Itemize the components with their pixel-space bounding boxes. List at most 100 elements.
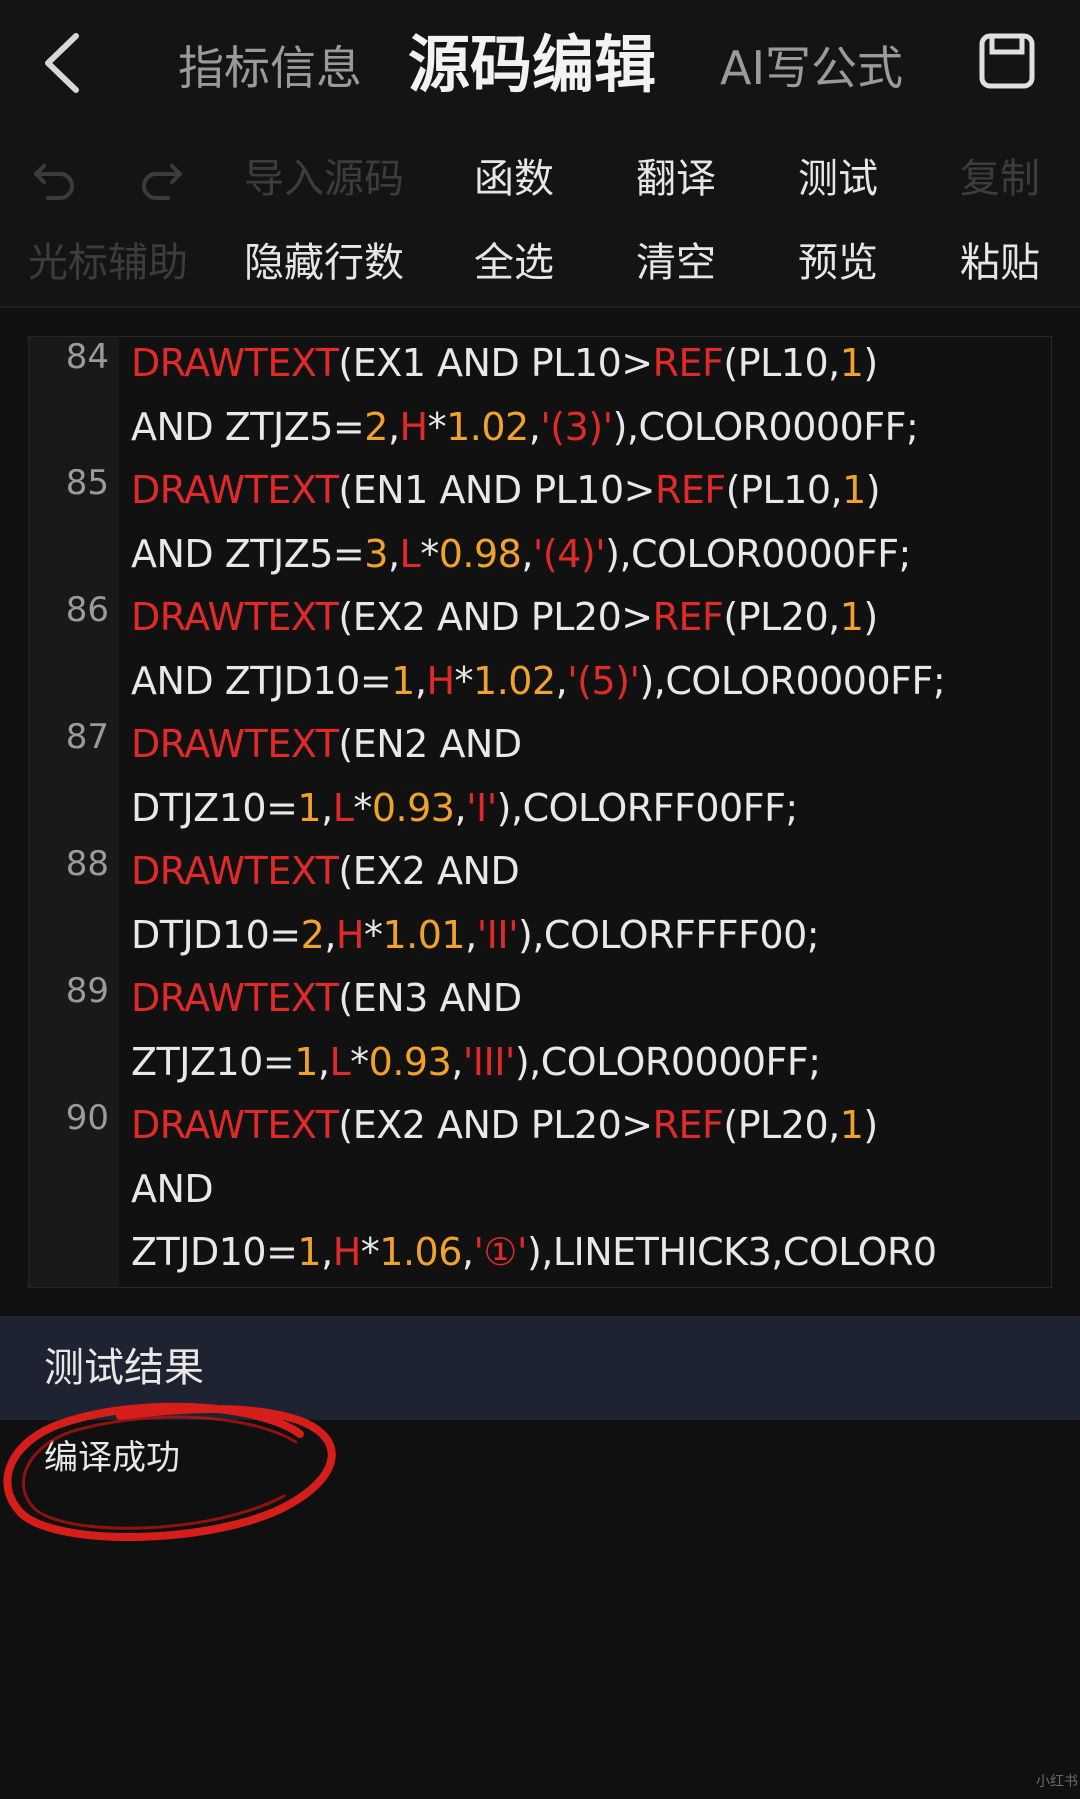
code-keyword: H xyxy=(399,405,429,449)
code-token: (PL10, xyxy=(723,341,840,385)
line-number: 89 xyxy=(65,971,109,1011)
code-token: ) xyxy=(863,595,878,639)
hide-line-numbers-button[interactable]: 隐藏行数 xyxy=(244,238,404,288)
import-source-button[interactable]: 导入源码 xyxy=(244,154,404,204)
code-token: ),COLOR0000FF; xyxy=(639,659,946,703)
test-button[interactable]: 测试 xyxy=(798,154,878,204)
editor-toolbar: 导入源码 函数 翻译 测试 复制 光标辅助 隐藏行数 全选 清空 预览 粘贴 xyxy=(0,140,1080,308)
code-number: 1.01 xyxy=(382,913,466,957)
line-number: 86 xyxy=(65,590,109,630)
code-keyword: H xyxy=(426,659,455,703)
code-token: , xyxy=(414,659,427,703)
preview-button[interactable]: 预览 xyxy=(798,238,878,288)
code-editor[interactable]: 84 85 86 87 88 89 90 DRAWTEXT(EX1 AND PL… xyxy=(28,336,1052,1288)
code-number: 1 xyxy=(839,595,864,639)
code-line[interactable]: DRAWTEXT(EX1 AND PL10>REF(PL10,1) xyxy=(131,337,878,395)
translate-button[interactable]: 翻译 xyxy=(636,154,716,204)
code-line[interactable]: DRAWTEXT(EN2 AND xyxy=(131,712,522,776)
code-text-area[interactable]: DRAWTEXT(EX1 AND PL10>REF(PL10,1) AND ZTJ… xyxy=(119,337,1051,1287)
tab-source-edit[interactable]: 源码编辑 xyxy=(408,28,656,102)
code-token: ZTJZ10= xyxy=(131,1040,295,1084)
code-line[interactable]: AND ZTJZ5=3,L*0.98,'(4)'),COLOR0000FF; xyxy=(131,522,911,586)
code-token: ),LINETHICK3,COLOR0 xyxy=(526,1230,937,1274)
code-token: (EX1 AND PL10> xyxy=(338,341,653,385)
back-arrow-icon[interactable] xyxy=(38,28,88,98)
code-number: 1.02 xyxy=(446,405,529,449)
clear-button[interactable]: 清空 xyxy=(636,238,716,288)
code-token: , xyxy=(454,786,467,830)
code-token: , xyxy=(465,913,477,957)
code-line[interactable]: AND ZTJZ5=2,H*1.02,'(3)'),COLOR0000FF; xyxy=(131,395,919,459)
redo-icon[interactable] xyxy=(138,154,186,202)
code-number: 1.06 xyxy=(379,1230,462,1274)
undo-icon[interactable] xyxy=(30,154,78,202)
code-string: 'II' xyxy=(476,913,519,957)
line-number-gutter: 84 85 86 87 88 89 90 xyxy=(29,337,119,1287)
code-line[interactable]: DTJD10=2,H*1.01,'II'),COLORFFFF00; xyxy=(131,903,820,967)
code-token: * xyxy=(427,405,447,449)
code-token: AND xyxy=(131,1167,214,1211)
code-keyword: DRAWTEXT xyxy=(131,595,339,639)
code-keyword: DRAWTEXT xyxy=(131,722,339,766)
code-token: (PL20, xyxy=(723,1103,840,1147)
code-number: 1.02 xyxy=(473,659,556,703)
code-token: AND ZTJD10= xyxy=(131,659,392,703)
line-number: 90 xyxy=(65,1098,109,1138)
line-number: 85 xyxy=(65,463,109,503)
code-token: , xyxy=(321,786,333,830)
select-all-button[interactable]: 全选 xyxy=(474,238,554,288)
code-token: ),COLORFFFF00; xyxy=(518,913,820,957)
cursor-assist-button[interactable]: 光标辅助 xyxy=(28,238,188,288)
code-token: (EX2 AND PL20> xyxy=(338,595,653,639)
code-token: (PL10, xyxy=(725,468,843,512)
code-token: DTJD10= xyxy=(131,913,301,957)
copy-button[interactable]: 复制 xyxy=(960,154,1040,204)
code-token: DTJZ10= xyxy=(131,786,298,830)
tab-indicator-info[interactable]: 指标信息 xyxy=(178,38,362,98)
code-token: ),COLOR0000FF; xyxy=(605,532,911,576)
code-token: (EN1 AND PL10> xyxy=(338,468,655,512)
code-keyword: H xyxy=(332,1230,362,1274)
code-number: 0.93 xyxy=(371,786,455,830)
code-token: * xyxy=(353,786,372,830)
code-line[interactable]: DRAWTEXT(EN1 AND PL10>REF(PL10,1) xyxy=(131,458,881,522)
code-line[interactable]: ZTJZ10=1,L*0.93,'III'),COLOR0000FF; xyxy=(131,1030,821,1094)
code-line[interactable]: ZTJD10=1,H*1.06,'①'),LINETHICK3,COLOR0 xyxy=(131,1220,937,1284)
code-line[interactable]: DRAWTEXT(EX2 AND PL20>REF(PL20,1) xyxy=(131,585,878,649)
code-line[interactable]: AND xyxy=(131,1157,214,1221)
code-keyword: DRAWTEXT xyxy=(131,976,339,1020)
code-token: ) xyxy=(863,341,878,385)
code-token: ),COLOR0000FF; xyxy=(514,1040,821,1084)
code-token: * xyxy=(364,913,383,957)
code-token: ZTJD10= xyxy=(131,1230,298,1274)
code-keyword: L xyxy=(329,1040,351,1084)
code-number: 2 xyxy=(300,913,325,957)
code-keyword: L xyxy=(399,532,421,576)
code-token: , xyxy=(387,532,400,576)
code-line[interactable]: DRAWTEXT(EN3 AND xyxy=(131,966,522,1030)
code-token: AND ZTJZ5= xyxy=(131,405,365,449)
top-bar: 指标信息 源码编辑 AI写公式 xyxy=(0,0,1080,140)
code-number: 1 xyxy=(839,1103,864,1147)
tab-ai-formula[interactable]: AI写公式 xyxy=(720,38,903,98)
save-icon[interactable] xyxy=(978,32,1036,90)
paste-button[interactable]: 粘贴 xyxy=(960,238,1040,288)
code-token: (PL20, xyxy=(723,595,840,639)
code-token: (EX2 AND PL20> xyxy=(338,1103,653,1147)
code-token: , xyxy=(555,659,568,703)
code-keyword: REF xyxy=(652,341,724,385)
code-string: '①' xyxy=(473,1230,527,1274)
line-number: 84 xyxy=(65,337,109,377)
line-number: 87 xyxy=(65,717,109,757)
code-token: ) xyxy=(865,468,881,512)
code-line[interactable]: DTJZ10=1,L*0.93,'I'),COLORFF00FF; xyxy=(131,776,798,840)
code-line[interactable]: AND ZTJD10=1,H*1.02,'(5)'),COLOR0000FF; xyxy=(131,649,946,713)
code-token: (EN3 AND xyxy=(338,976,522,1020)
code-line[interactable]: DRAWTEXT(EX2 AND PL20>REF(PL20,1) xyxy=(131,1093,878,1157)
code-string: '(5)' xyxy=(567,659,640,703)
function-button[interactable]: 函数 xyxy=(474,154,554,204)
hand-drawn-circle-annotation xyxy=(3,1402,336,1541)
code-token: , xyxy=(317,1040,330,1084)
code-line[interactable]: DRAWTEXT(EX2 AND xyxy=(131,839,520,903)
code-token: * xyxy=(454,659,474,703)
